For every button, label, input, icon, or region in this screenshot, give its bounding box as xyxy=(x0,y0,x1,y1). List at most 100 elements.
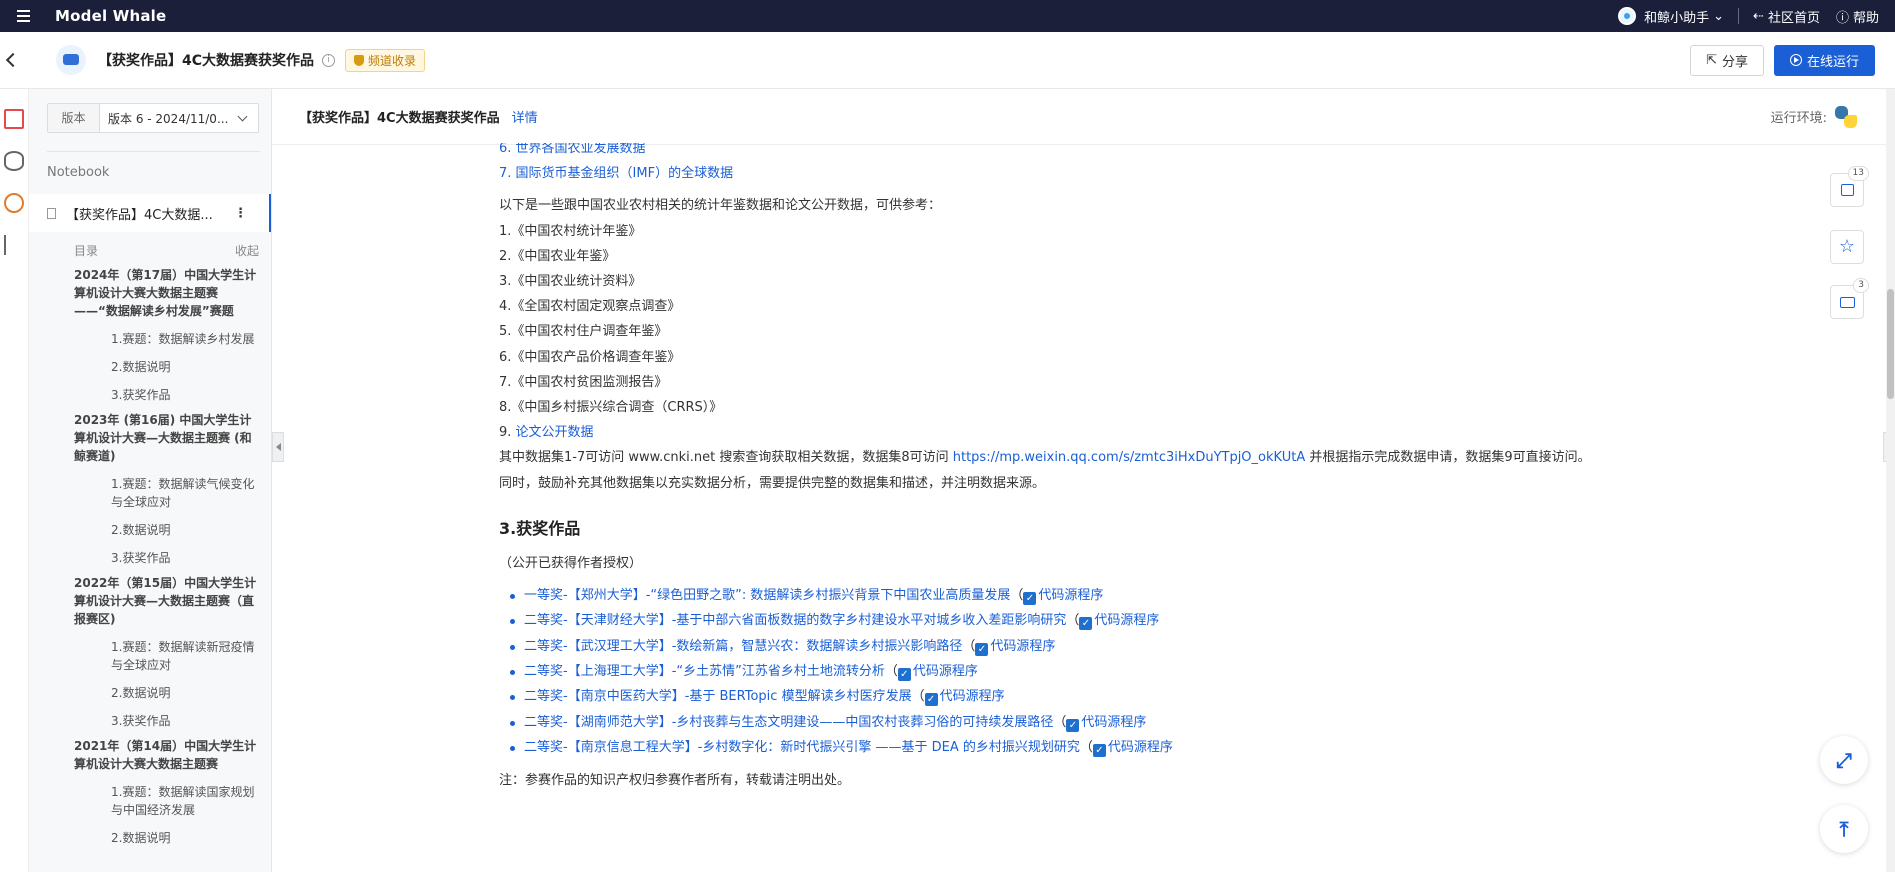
env-label: 运行环境: xyxy=(1770,111,1827,126)
back-to-top-button[interactable]: ⤒ xyxy=(1820,805,1868,853)
project-header: 【获奖作品】4C大数据赛获奖作品 i 频道收录 ⇱ 分享 在线运行 xyxy=(0,32,1895,89)
code-link[interactable]: 代码源程序 xyxy=(1038,588,1103,603)
toc-subitem[interactable]: 2.数据说明 xyxy=(111,358,261,376)
award-link[interactable]: 一等奖-【郑州大学】-“绿色田野之歌”: 数据解读乡村振兴背景下中国农业高质量发… xyxy=(524,588,1010,603)
award-link[interactable]: 二等奖-【南京中医药大学】-基于 BERTopic 模型解读乡村医疗发展 xyxy=(524,689,912,704)
toc-subitem[interactable]: 2.数据说明 xyxy=(111,829,261,847)
share-button[interactable]: ⇱ 分享 xyxy=(1690,44,1764,76)
toc-collapse-button[interactable]: 收起 xyxy=(235,242,259,259)
run-online-button[interactable]: 在线运行 xyxy=(1773,44,1875,76)
data-link-item[interactable]: 6. 世界各国农业发展数据 xyxy=(499,143,1699,161)
toc-heading[interactable]: 2023年 (第16届) 中国大学生计算机设计大赛—大数据主题赛 (和鲸赛道) xyxy=(74,411,261,465)
toc-subitem[interactable]: 1.赛题：数据解读国家规划与中国经济发展 xyxy=(111,783,261,819)
checkbox-icon: ✓ xyxy=(975,642,989,656)
code-link[interactable]: 代码源程序 xyxy=(1081,715,1146,730)
like-button[interactable]: 13 xyxy=(1830,166,1869,207)
award-item: 二等奖-【南京中医药大学】-基于 BERTopic 模型解读乡村医疗发展（ ✓ 代码… xyxy=(510,684,1699,709)
shield-icon xyxy=(354,54,365,66)
award-link[interactable]: 二等奖-【湖南师范大学】-乡村丧葬与生态文明建设——中国农村丧葬习俗的可持续发展… xyxy=(524,715,1053,730)
left-icon-rail xyxy=(0,89,29,872)
comment-button[interactable]: 3 xyxy=(1830,278,1869,319)
fullscreen-button[interactable]: ⤢ xyxy=(1820,736,1868,784)
back-icon[interactable] xyxy=(5,52,21,68)
reference-item: 7.《中国农村贫困监测报告》 xyxy=(499,374,668,390)
toc-subitem[interactable]: 3.获奖作品 xyxy=(111,712,261,730)
toc-subitem[interactable]: 2.数据说明 xyxy=(111,684,261,702)
award-item: 一等奖-【郑州大学】-“绿色田野之歌”: 数据解读乡村振兴背景下中国农业高质量发… xyxy=(510,583,1699,608)
award-link[interactable]: 二等奖-【天津财经大学】-基于中部六省面板数据的数字乡村建设水平对城乡收入差距影… xyxy=(524,613,1066,628)
version-select[interactable]: 版本 版本 6 - 2024/11/0... xyxy=(47,103,259,133)
community-label: 社区首页 xyxy=(1767,10,1820,26)
reference-item: 8.《中国乡村振兴综合调查（CRRS）》 xyxy=(499,400,723,416)
exit-icon: ⇠ xyxy=(1753,8,1764,24)
toc-heading[interactable]: 2021年（第14届）中国大学生计算机设计大赛大数据主题赛 xyxy=(74,737,261,773)
version-label: 版本 xyxy=(48,104,100,132)
help-label: 帮助 xyxy=(1852,10,1879,26)
comment-count: 3 xyxy=(1853,278,1869,293)
award-link[interactable]: 二等奖-【上海理工大学】-“乡土苏情”江苏省乡村土地流转分析 xyxy=(524,664,885,679)
scrollbar-thumb[interactable] xyxy=(1887,289,1894,399)
code-link[interactable]: 代码源程序 xyxy=(940,689,1005,704)
gauge-icon[interactable] xyxy=(4,193,24,213)
top-bar: Model Whale 和鲸小助手 ⌄ ⇠ 社区首页 ⓘ 帮助 xyxy=(0,0,1895,32)
favorite-button[interactable]: ☆ xyxy=(1830,230,1864,264)
data-link-item[interactable]: 7. 国际货币基金组织（IMF）的全球数据 xyxy=(499,161,1699,186)
toc-heading[interactable]: 2022年（第15届）中国大学生计算机设计大赛—大数据主题赛（直报赛区) xyxy=(74,574,261,628)
comment-icon xyxy=(1839,296,1855,308)
info-icon[interactable]: i xyxy=(322,53,336,67)
assistant-menu[interactable]: 和鲸小助手 ⌄ xyxy=(1644,7,1724,26)
channel-badge[interactable]: 频道收录 xyxy=(345,48,426,72)
section-label: Notebook xyxy=(47,151,260,180)
menu-icon[interactable] xyxy=(17,0,43,32)
details-link[interactable]: 详情 xyxy=(512,107,538,126)
more-icon[interactable]: ⋮ xyxy=(234,206,247,221)
weixin-link[interactable]: https://mp.weixin.qq.com/s/zmtc3iHxDuYTp… xyxy=(953,450,1305,465)
notebook-title: 【获奖作品】4C大数据赛获奖作品 xyxy=(299,111,500,126)
code-link[interactable]: 代码源程序 xyxy=(1108,740,1173,755)
database-icon[interactable] xyxy=(4,151,24,171)
access-text-pre: 其中数据集1-7可访问 www.cnki.net 搜索查询获取相关数据，数据集8… xyxy=(499,450,953,466)
toc-label: 目录 xyxy=(74,244,99,258)
note-text: 注：参赛作品的知识产权归参赛作者所有，转载请注明出处。 xyxy=(499,773,851,789)
version-value: 版本 6 - 2024/11/0... xyxy=(108,111,229,126)
toc-subitem[interactable]: 3.获奖作品 xyxy=(111,386,261,404)
award-link[interactable]: 二等奖-【南京信息工程大学】-乡村数字化：新时代振兴引擎 ——基于 DEA 的乡… xyxy=(524,740,1080,755)
code-link[interactable]: 代码源程序 xyxy=(913,664,978,679)
paren: （ xyxy=(884,663,898,679)
run-icon xyxy=(1789,54,1802,66)
toc-subitem[interactable]: 3.获奖作品 xyxy=(111,549,261,567)
checkbox-icon: ✓ xyxy=(1023,592,1037,606)
toc-heading[interactable]: 2024年（第17届）中国大学生计算机设计大赛大数据主题赛 ——“数据解读乡村发… xyxy=(74,266,261,320)
paren: （ xyxy=(962,638,976,654)
file-icon xyxy=(47,207,56,219)
help-icon: ⓘ xyxy=(1835,10,1849,26)
award-item: 二等奖-【天津财经大学】-基于中部六省面板数据的数字乡村建设水平对城乡收入差距影… xyxy=(510,608,1699,633)
reference-item: 4.《全国农村固定观察点调查》 xyxy=(499,299,681,315)
authorized-text: （公开已获得作者授权） xyxy=(499,555,643,571)
share-label: 分享 xyxy=(1721,54,1748,70)
runtime-env: 运行环境: xyxy=(1770,105,1857,128)
notebook-sidebar: 版本 版本 6 - 2024/11/0... Notebook 【获奖作品】4C… xyxy=(29,89,272,872)
brand-logo[interactable]: Model Whale xyxy=(55,7,166,25)
award-item: 二等奖-【南京信息工程大学】-乡村数字化：新时代振兴引擎 ——基于 DEA 的乡… xyxy=(510,735,1699,760)
branch-icon[interactable] xyxy=(4,235,24,255)
page-scrollbar[interactable] xyxy=(1886,89,1895,872)
notebook-icon[interactable] xyxy=(4,109,24,129)
help-link[interactable]: ⓘ 帮助 xyxy=(1836,7,1879,26)
notebook-content: 6. 世界各国农业发展数据 7. 国际货币基金组织（IMF）的全球数据 以下是一… xyxy=(499,143,1699,870)
python-icon[interactable] xyxy=(1835,105,1857,128)
toc-subitem[interactable]: 1.赛题：数据解读新冠疫情与全球应对 xyxy=(111,638,261,674)
toc-subitem[interactable]: 1.赛题：数据解读乡村发展 xyxy=(111,330,261,348)
code-link[interactable]: 代码源程序 xyxy=(990,639,1055,654)
to-top-icon: ⤒ xyxy=(1839,817,1849,841)
community-link[interactable]: ⇠ 社区首页 xyxy=(1753,7,1820,26)
toc-subitem[interactable]: 1.赛题：数据解读气候变化与全球应对 xyxy=(111,475,261,511)
paren: （ xyxy=(1066,613,1080,629)
code-link[interactable]: 代码源程序 xyxy=(1094,613,1159,628)
project-title: 【获奖作品】4C大数据赛获奖作品 xyxy=(98,53,315,69)
toc-subitem[interactable]: 2.数据说明 xyxy=(111,521,261,539)
award-link[interactable]: 二等奖-【武汉理工大学】-数绘新篇，智慧兴农：数据解读乡村振兴影响路径 xyxy=(524,639,962,654)
paper-data-link[interactable]: 论文公开数据 xyxy=(516,425,594,440)
fullscreen-icon: ⤢ xyxy=(1836,748,1852,772)
notebook-file-item[interactable]: 【获奖作品】4C大数据... ⋮ xyxy=(29,194,271,232)
